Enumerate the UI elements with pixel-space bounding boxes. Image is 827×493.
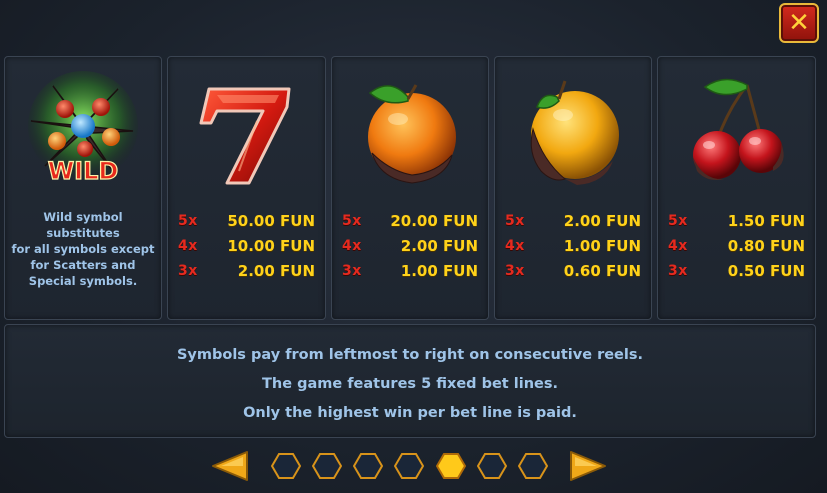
- wild-description: Wild symbol substitutes for all symbols …: [11, 209, 155, 289]
- paytable-row: 4x 1.00 FUN: [505, 234, 641, 259]
- page-dot[interactable]: [271, 452, 301, 480]
- rules-line: Only the highest win per bet line is pai…: [243, 405, 577, 421]
- multiplier: 4x: [668, 238, 688, 254]
- page-dot[interactable]: [518, 452, 548, 480]
- orange-panel: 5x 20.00 FUN 4x 2.00 FUN 3x 1.00 FUN: [331, 56, 489, 320]
- close-icon: ✕: [788, 8, 810, 38]
- paytable-row: 4x 2.00 FUN: [342, 234, 478, 259]
- payout-amount: 20.00 FUN: [390, 212, 478, 230]
- multiplier: 4x: [505, 238, 525, 254]
- lemon-panel: 5x 2.00 FUN 4x 1.00 FUN 3x 0.60 FUN: [494, 56, 652, 320]
- page-dot[interactable]: [477, 452, 507, 480]
- seven-symbol-icon: [199, 87, 290, 185]
- multiplier: 3x: [668, 263, 688, 279]
- wild-description-line: Wild symbol substitutes: [43, 210, 123, 240]
- multiplier: 5x: [668, 213, 688, 229]
- paytable-row: 3x 0.50 FUN: [668, 259, 805, 284]
- wild-panel: WILD Wild symbol substitutes for all sym…: [4, 56, 162, 320]
- multiplier: 5x: [178, 213, 198, 229]
- prev-page-button[interactable]: [209, 448, 249, 484]
- wild-description-line: for Scatters and: [30, 258, 136, 272]
- paytable-row: 5x 50.00 FUN: [178, 209, 315, 234]
- payout-amount: 2.00 FUN: [563, 212, 641, 230]
- paytable-row: 3x 0.60 FUN: [505, 259, 641, 284]
- paytable-row: 5x 1.50 FUN: [668, 209, 805, 234]
- page-dot[interactable]: [394, 452, 424, 480]
- next-page-button[interactable]: [569, 448, 609, 484]
- orange-paytable: 5x 20.00 FUN 4x 2.00 FUN 3x 1.00 FUN: [342, 209, 478, 284]
- payout-amount: 10.00 FUN: [227, 237, 315, 255]
- page-dot[interactable]: [353, 452, 383, 480]
- multiplier: 5x: [342, 213, 362, 229]
- close-button[interactable]: ✕: [779, 3, 819, 43]
- payout-amount: 2.00 FUN: [237, 262, 315, 280]
- multiplier: 3x: [505, 263, 525, 279]
- lemon-symbol-icon: [530, 80, 619, 185]
- multiplier: 5x: [505, 213, 525, 229]
- rules-info-panel: Symbols pay from leftmost to right on co…: [4, 324, 816, 438]
- payout-amount: 0.60 FUN: [563, 262, 641, 280]
- paytable-row: 5x 20.00 FUN: [342, 209, 478, 234]
- multiplier: 4x: [342, 238, 362, 254]
- wild-description-line: for all symbols except: [11, 242, 155, 256]
- wild-description-line: Special symbols.: [28, 274, 138, 288]
- payout-amount: 0.50 FUN: [727, 262, 805, 280]
- multiplier: 3x: [178, 263, 198, 279]
- cherry-panel: 5x 1.50 FUN 4x 0.80 FUN 3x 0.50 FUN: [657, 56, 816, 320]
- page-dot[interactable]: [312, 452, 342, 480]
- paytable-row: 4x 0.80 FUN: [668, 234, 805, 259]
- page-dot-active[interactable]: [436, 452, 466, 480]
- paytable-row: 3x 1.00 FUN: [342, 259, 478, 284]
- paytable-row: 3x 2.00 FUN: [178, 259, 315, 284]
- wild-label: WILD: [48, 157, 119, 185]
- wild-symbol-icon: WILD: [28, 71, 138, 186]
- payout-amount: 0.80 FUN: [727, 237, 805, 255]
- rules-line: The game features 5 fixed bet lines.: [261, 376, 559, 392]
- payout-amount: 1.50 FUN: [727, 212, 805, 230]
- payout-amount: 50.00 FUN: [227, 212, 315, 230]
- page-navigation: [0, 448, 827, 484]
- paytable-row: 4x 10.00 FUN: [178, 234, 315, 259]
- payout-amount: 1.00 FUN: [400, 262, 478, 280]
- seven-paytable: 5x 50.00 FUN 4x 10.00 FUN 3x 2.00 FUN: [178, 209, 315, 284]
- paytable-row: 5x 2.00 FUN: [505, 209, 641, 234]
- cherry-paytable: 5x 1.50 FUN 4x 0.80 FUN 3x 0.50 FUN: [668, 209, 805, 284]
- payout-amount: 1.00 FUN: [563, 237, 641, 255]
- payout-amount: 2.00 FUN: [400, 237, 478, 255]
- lemon-paytable: 5x 2.00 FUN 4x 1.00 FUN 3x 0.60 FUN: [505, 209, 641, 284]
- cherry-symbol-icon: [692, 78, 784, 180]
- seven-panel: 5x 50.00 FUN 4x 10.00 FUN 3x 2.00 FUN: [167, 56, 326, 320]
- orange-symbol-icon: [368, 84, 456, 184]
- rules-line: Symbols pay from leftmost to right on co…: [176, 347, 644, 363]
- multiplier: 4x: [178, 238, 198, 254]
- multiplier: 3x: [342, 263, 362, 279]
